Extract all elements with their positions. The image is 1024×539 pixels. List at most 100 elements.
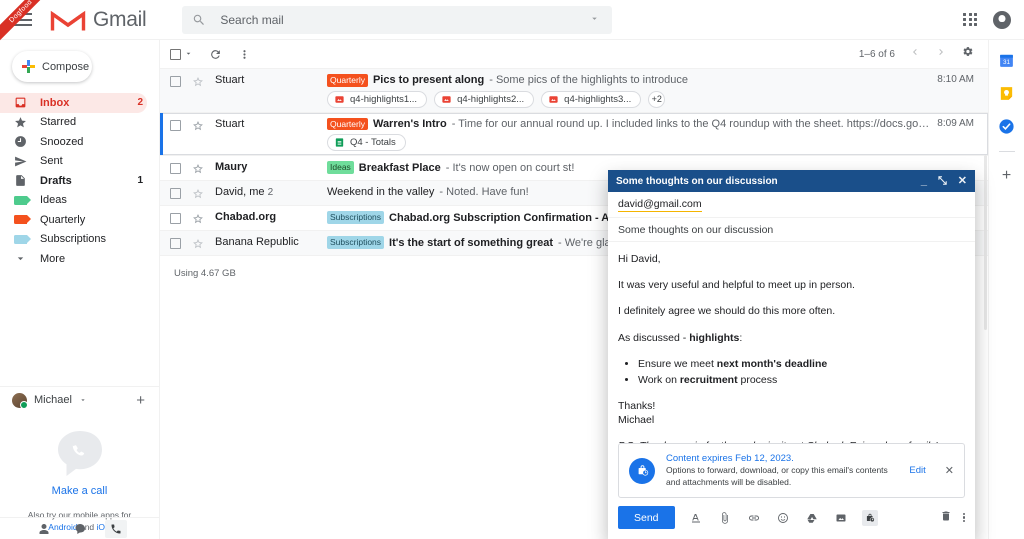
row-checkbox[interactable] — [170, 119, 181, 131]
storage-usage: Using 4.67 GB — [174, 268, 236, 280]
send-button[interactable]: Send — [618, 506, 675, 529]
more-attachments-badge[interactable]: +2 — [648, 90, 666, 108]
body-signature: Thanks! Michael — [618, 399, 965, 427]
compose-button[interactable]: Compose — [12, 51, 92, 82]
row-label-chip[interactable]: Subscriptions — [327, 211, 385, 224]
row-checkbox[interactable] — [170, 238, 181, 250]
star-icon[interactable] — [192, 75, 204, 93]
confidential-edit-button[interactable]: Edit — [901, 465, 933, 476]
chevron-right-icon[interactable] — [935, 45, 947, 63]
row-checkbox[interactable] — [170, 188, 181, 200]
body-greeting: Hi David, — [618, 253, 661, 265]
row-sender-name: David, me — [215, 186, 265, 199]
body-paragraph-3: As discussed - highlights: — [618, 331, 965, 345]
search-icon — [194, 14, 205, 25]
sidebar-item-ideas[interactable]: Ideas — [0, 191, 147, 211]
chevron-left-icon[interactable] — [909, 45, 921, 63]
gear-icon[interactable] — [961, 45, 974, 63]
row-subject: It's the start of something great — [389, 236, 553, 249]
insert-photo-icon[interactable] — [833, 510, 849, 526]
attachment-chip[interactable]: q4-highlights2... — [434, 90, 535, 108]
sidebar: Compose Inbox 2 Starred Snoozed Sent Dra… — [0, 40, 160, 539]
select-all-checkbox[interactable] — [170, 48, 181, 60]
row-checkbox[interactable] — [170, 163, 181, 175]
star-icon[interactable] — [192, 237, 204, 255]
star-icon[interactable] — [192, 119, 204, 137]
sidebar-label: Snoozed — [40, 135, 84, 148]
close-icon[interactable]: ✕ — [945, 464, 954, 477]
compose-to-field[interactable]: david@gmail.com — [608, 192, 975, 218]
close-icon[interactable]: ✕ — [958, 175, 967, 187]
sidebar-item-quarterly[interactable]: Quarterly — [0, 210, 147, 230]
sidebar-item-starred[interactable]: Starred — [0, 113, 147, 133]
insert-link-icon[interactable] — [746, 510, 762, 526]
row-label-chip[interactable]: Subscriptions — [327, 236, 385, 249]
star-icon[interactable] — [192, 162, 204, 180]
compose-header[interactable]: Some thoughts on our discussion _ ⤡ ✕ — [608, 170, 975, 192]
trash-icon[interactable] — [940, 509, 952, 527]
sidebar-item-snoozed[interactable]: Snoozed — [0, 132, 147, 152]
confidential-lock-clock-icon — [629, 457, 655, 484]
apps-grid-icon[interactable] — [963, 12, 977, 27]
gmail-logo: Gmail — [50, 6, 147, 33]
table-row[interactable]: Stuart Quarterly Pics to present along -… — [160, 69, 988, 113]
chevron-down-icon — [17, 257, 24, 261]
chat-icon[interactable] — [69, 520, 91, 538]
make-a-call-link[interactable]: Make a call — [0, 485, 159, 497]
row-checkbox[interactable] — [170, 213, 181, 225]
sidebar-item-drafts[interactable]: Drafts 1 — [0, 171, 147, 191]
sidebar-item-inbox[interactable]: Inbox 2 — [0, 93, 147, 113]
compose-plus-icon — [22, 60, 35, 73]
attachment-name: q4-highlights3... — [564, 93, 632, 105]
format-text-icon[interactable] — [688, 510, 704, 526]
recipient-chip[interactable]: david@gmail.com — [618, 198, 702, 212]
sidebar-item-subscriptions[interactable]: Subscriptions — [0, 230, 147, 250]
draft-icon — [16, 175, 25, 187]
star-icon[interactable] — [192, 212, 204, 230]
attachment-chip[interactable]: q4-highlights1... — [327, 90, 428, 108]
gmail-app: Dogfood Gmail Search mail Compose Inbox … — [0, 0, 1024, 539]
inbox-icon — [15, 97, 26, 108]
tasks-icon[interactable] — [998, 118, 1015, 135]
calendar-icon[interactable]: 31 — [998, 52, 1015, 69]
signature-name: Michael — [618, 414, 655, 427]
refresh-icon[interactable] — [209, 48, 222, 61]
account-avatar-icon[interactable] — [993, 10, 1011, 29]
google-drive-icon[interactable] — [804, 510, 820, 526]
sidebar-item-sent[interactable]: Sent — [0, 152, 147, 172]
hangouts-user-row[interactable]: Michael + — [0, 386, 159, 413]
attachment-chip[interactable]: Q4 - Totals — [327, 134, 406, 152]
search-bar[interactable] — [182, 5, 613, 34]
attach-file-icon[interactable] — [717, 510, 733, 526]
chevron-down-icon[interactable] — [79, 396, 87, 404]
select-dropdown-icon[interactable] — [184, 45, 193, 63]
sidebar-item-more[interactable]: More — [0, 249, 147, 269]
row-label-chip[interactable]: Quarterly — [327, 117, 368, 131]
table-row[interactable]: Stuart Quarterly Warren's Intro - Time f… — [160, 112, 988, 157]
sidebar-label: Starred — [40, 116, 77, 129]
list-scrollbar[interactable] — [984, 155, 987, 330]
minimize-icon[interactable]: _ — [921, 175, 927, 187]
compose-window-controls: _ ⤡ ✕ — [921, 175, 967, 187]
hangouts-add-button[interactable]: + — [136, 393, 145, 408]
star-icon[interactable] — [192, 187, 204, 205]
image-file-icon — [549, 95, 558, 103]
insert-emoji-icon[interactable] — [775, 510, 791, 526]
row-label-chip[interactable]: Quarterly — [327, 74, 368, 87]
phone-icon[interactable] — [104, 519, 127, 538]
expand-icon[interactable]: ⤡ — [938, 175, 947, 187]
compose-body[interactable]: Hi David, It was very useful and helpful… — [608, 242, 975, 443]
search-options-icon[interactable] — [587, 11, 602, 29]
contacts-icon[interactable] — [33, 520, 55, 538]
attachment-chip[interactable]: q4-highlights3... — [541, 90, 642, 108]
search-input[interactable] — [220, 12, 588, 27]
more-vert-icon[interactable] — [238, 48, 251, 61]
compose-subject-field[interactable]: Some thoughts on our discussion — [608, 218, 975, 242]
add-addon-button[interactable]: + — [1002, 168, 1011, 184]
row-label-chip[interactable]: Ideas — [327, 161, 354, 174]
row-checkbox[interactable] — [170, 76, 181, 87]
row-subject: Weekend in the valley — [327, 186, 435, 199]
confidential-mode-icon[interactable] — [861, 509, 878, 526]
more-options-icon[interactable] — [962, 512, 965, 523]
keep-icon[interactable] — [998, 85, 1015, 102]
